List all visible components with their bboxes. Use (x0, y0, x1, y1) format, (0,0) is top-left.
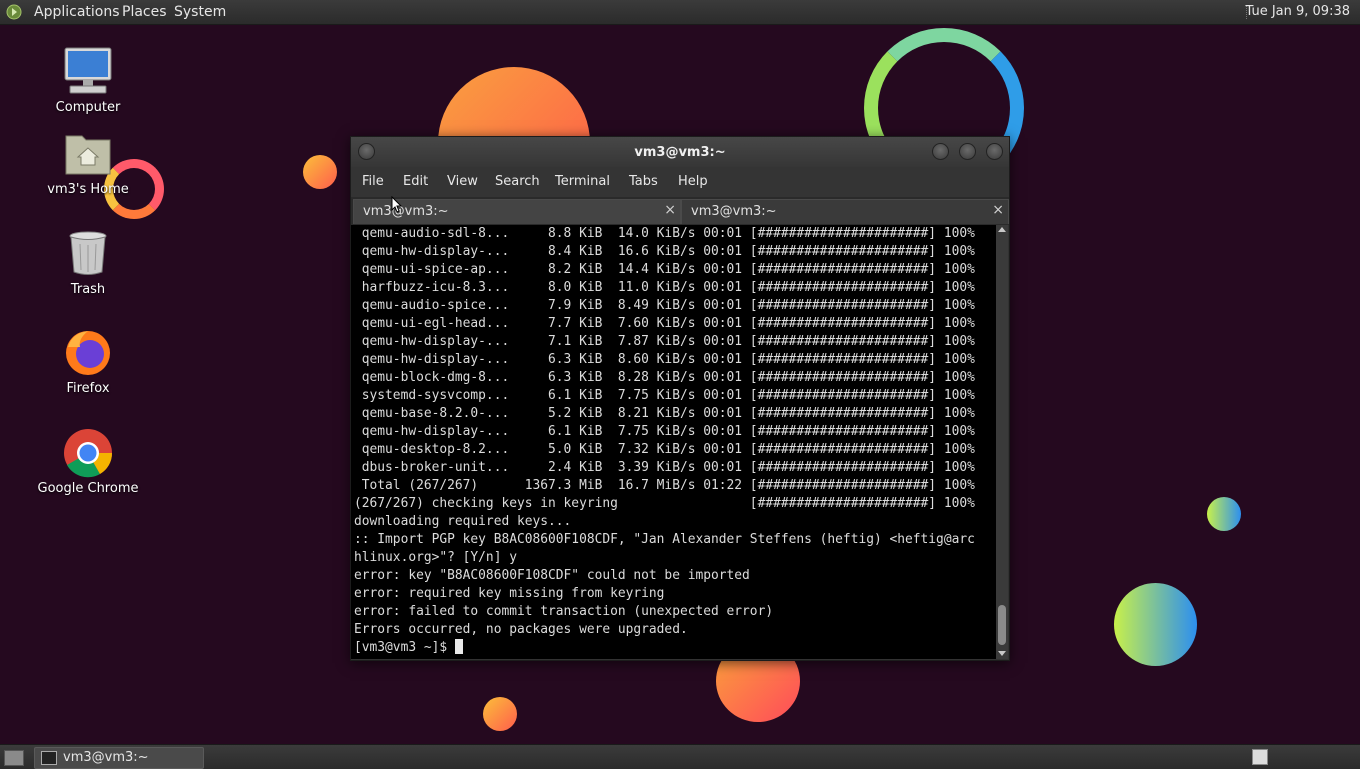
tab-label: vm3@vm3:~ (691, 204, 777, 219)
menu-edit[interactable]: Edit (403, 174, 428, 189)
terminal-line: qemu-hw-display-... 6.1 KiB 7.75 KiB/s 0… (354, 424, 975, 439)
tab-label: vm3@vm3:~ (363, 204, 449, 219)
decor-orange-circle-tiny (483, 697, 517, 731)
terminal-text: qemu-audio-sdl-8... 8.8 KiB 14.0 KiB/s 0… (354, 225, 975, 657)
workspace-switcher[interactable] (1252, 749, 1268, 765)
desktop-icon-home[interactable]: vm3's Home (33, 128, 143, 197)
clock[interactable]: Tue Jan 9, 09:38 (1245, 4, 1350, 19)
terminal-line: error: key "B8AC08600F108CDF" could not … (354, 568, 750, 583)
terminal-line: dbus-broker-unit... 2.4 KiB 3.39 KiB/s 0… (354, 460, 975, 475)
desktop-icon-trash[interactable]: Trash (33, 228, 143, 297)
terminal-line: error: failed to commit transaction (une… (354, 604, 774, 619)
terminal-line: harfbuzz-icu-8.3... 8.0 KiB 11.0 KiB/s 0… (354, 280, 975, 295)
menu-file[interactable]: File (362, 174, 384, 189)
home-folder-icon (65, 135, 111, 175)
terminal-line: systemd-sysvcomp... 6.1 KiB 7.75 KiB/s 0… (354, 388, 975, 403)
terminal-line: qemu-base-8.2.0-... 5.2 KiB 8.21 KiB/s 0… (354, 406, 975, 421)
system-menu[interactable]: System (174, 4, 226, 20)
menu-search[interactable]: Search (495, 174, 540, 189)
terminal-line: (267/267) checking keys in keyring [####… (354, 496, 975, 511)
terminal-line: qemu-audio-spice... 7.9 KiB 8.49 KiB/s 0… (354, 298, 975, 313)
desktop-icon-label: vm3's Home (47, 182, 129, 197)
terminal-line: error: required key missing from keyring (354, 586, 665, 601)
window-title: vm3@vm3:~ (634, 145, 726, 160)
show-desktop-icon[interactable] (4, 750, 24, 766)
terminal-scrollbar[interactable] (996, 225, 1008, 659)
chrome-icon (64, 429, 113, 478)
gnome-foot-logo-icon[interactable] (6, 4, 22, 20)
desktop-icon-computer[interactable]: Computer (33, 46, 143, 115)
menu-terminal[interactable]: Terminal (555, 174, 610, 189)
terminal-app-icon (41, 751, 57, 765)
terminal-line: qemu-audio-sdl-8... 8.8 KiB 14.0 KiB/s 0… (354, 226, 975, 241)
minimize-button[interactable] (932, 143, 949, 160)
taskbar-label: vm3@vm3:~ (63, 750, 149, 765)
terminal-line: qemu-hw-display-... 7.1 KiB 7.87 KiB/s 0… (354, 334, 975, 349)
applications-menu[interactable]: Applications (34, 4, 120, 20)
decor-gradient-circle-small (1207, 497, 1241, 531)
terminal-line: Errors occurred, no packages were upgrad… (354, 622, 688, 637)
computer-icon (64, 47, 112, 94)
terminal-line: hlinux.org>"? [Y/n] y (354, 550, 517, 565)
terminal-line: downloading required keys... (354, 514, 572, 529)
menu-help[interactable]: Help (678, 174, 708, 189)
scroll-down-arrow-icon[interactable] (998, 651, 1006, 656)
decor-orange-circle-small (303, 155, 337, 189)
scroll-up-arrow-icon[interactable] (998, 227, 1006, 232)
terminal-line: qemu-desktop-8.2... 5.0 KiB 7.32 KiB/s 0… (354, 442, 975, 457)
desktop-icon-firefox[interactable]: Firefox (33, 327, 143, 396)
terminal-line: qemu-block-dmg-8... 6.3 KiB 8.28 KiB/s 0… (354, 370, 975, 385)
desktop-icon-label: Google Chrome (37, 481, 139, 496)
places-menu[interactable]: Places (122, 4, 167, 20)
desktop-icon-label: Computer (55, 100, 121, 115)
tab-close-icon[interactable]: × (992, 202, 1004, 218)
top-panel: Applications Places System Tue Jan 9, 09… (0, 0, 1360, 25)
tab-bar: vm3@vm3:~ × vm3@vm3:~ × (351, 197, 1009, 225)
trash-icon (69, 231, 107, 275)
taskbar-button-terminal[interactable]: vm3@vm3:~ (34, 747, 204, 769)
desktop-icon-label: Firefox (66, 381, 110, 396)
terminal-line: qemu-hw-display-... 6.3 KiB 8.60 KiB/s 0… (354, 352, 975, 367)
tab-close-icon[interactable]: × (664, 202, 676, 218)
decor-gradient-circle-medium (1114, 583, 1197, 666)
menu-tabs[interactable]: Tabs (629, 174, 658, 189)
terminal-line: Total (267/267) 1367.3 MiB 16.7 MiB/s 01… (354, 478, 975, 493)
desktop-icon-chrome[interactable]: Google Chrome (33, 427, 143, 496)
terminal-line: :: Import PGP key B8AC08600F108CDF, "Jan… (354, 532, 975, 547)
firefox-icon (66, 331, 110, 375)
window-titlebar[interactable]: vm3@vm3:~ (351, 137, 1009, 167)
scroll-thumb[interactable] (998, 605, 1006, 645)
terminal-window[interactable]: vm3@vm3:~ File Edit View Search Terminal… (350, 136, 1010, 661)
terminal-line: qemu-ui-egl-head... 7.7 KiB 7.60 KiB/s 0… (354, 316, 975, 331)
mouse-pointer-icon (391, 196, 403, 213)
desktop-icon-label: Trash (70, 282, 106, 297)
terminal-prompt: [vm3@vm3 ~]$ (354, 640, 455, 655)
tab-terminal-2[interactable]: vm3@vm3:~ × (681, 199, 1009, 224)
maximize-button[interactable] (959, 143, 976, 160)
menu-view[interactable]: View (447, 174, 478, 189)
terminal-line: qemu-ui-spice-ap... 8.2 KiB 14.4 KiB/s 0… (354, 262, 975, 277)
text-cursor (454, 639, 463, 654)
terminal-menubar: File Edit View Search Terminal Tabs Help (351, 167, 1009, 197)
bottom-panel: vm3@vm3:~ (0, 744, 1360, 769)
terminal-output[interactable]: qemu-audio-sdl-8... 8.8 KiB 14.0 KiB/s 0… (351, 225, 996, 659)
close-button[interactable] (986, 143, 1003, 160)
terminal-line: qemu-hw-display-... 8.4 KiB 16.6 KiB/s 0… (354, 244, 975, 259)
